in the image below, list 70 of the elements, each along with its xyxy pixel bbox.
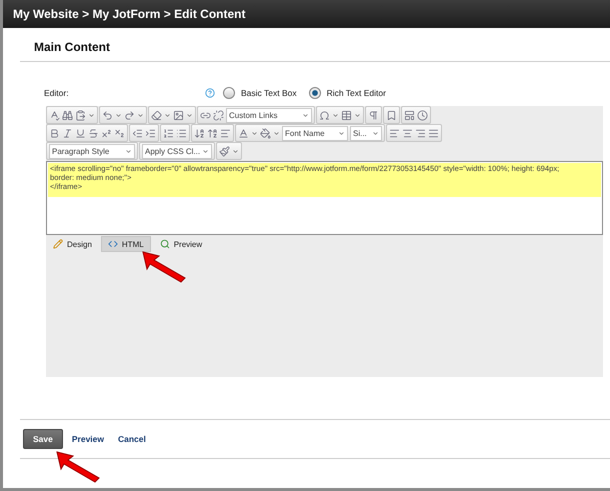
italic-icon[interactable] <box>62 128 73 138</box>
toolbar-dropdown[interactable]: Font Name <box>282 126 348 140</box>
template-icon[interactable] <box>404 110 415 120</box>
brush-icon[interactable] <box>219 146 230 156</box>
align-center-icon[interactable] <box>402 128 413 138</box>
clipboard-icon[interactable] <box>75 110 86 120</box>
view-tab[interactable]: HTML <box>100 236 151 252</box>
action-link[interactable]: Cancel <box>118 434 146 444</box>
caret-icon[interactable] <box>332 112 339 118</box>
text-color-icon[interactable] <box>238 128 249 138</box>
eraser-icon[interactable] <box>151 110 162 120</box>
radio-option[interactable]: Rich Text Editor <box>308 87 386 99</box>
unlink-icon[interactable] <box>213 110 224 120</box>
radio-option[interactable]: Basic Text Box <box>223 87 297 99</box>
caret-icon[interactable] <box>251 130 258 136</box>
caret-icon[interactable] <box>232 148 239 154</box>
underline-icon[interactable] <box>75 128 86 138</box>
outdent-icon[interactable] <box>132 128 143 138</box>
sort-icon[interactable] <box>194 128 205 138</box>
toolbar-dropdown[interactable]: Paragraph Style <box>49 144 135 158</box>
editor-label: Editor: <box>44 88 70 98</box>
code-icon <box>108 239 118 249</box>
pencil-icon <box>53 239 63 249</box>
bold-icon[interactable] <box>49 128 60 138</box>
pointer-arrow-annotation <box>55 450 101 484</box>
omega-icon[interactable] <box>319 110 330 120</box>
paragraph-icon[interactable] <box>220 128 231 138</box>
sort-icon[interactable] <box>207 128 218 138</box>
view-tab[interactable]: Design <box>46 236 99 252</box>
numbered-list-icon[interactable] <box>163 128 174 138</box>
caret-icon <box>338 130 345 136</box>
search-icon <box>160 239 170 249</box>
caret-icon <box>202 148 209 154</box>
breadcrumb: My Website > My JotForm > Edit Content <box>13 7 246 21</box>
toolbar-dropdown[interactable]: Si... <box>350 126 382 140</box>
pointer-arrow-annotation <box>141 250 187 284</box>
undo-icon[interactable] <box>102 110 113 120</box>
image-icon[interactable] <box>173 110 184 120</box>
strikethrough-icon[interactable] <box>88 128 99 138</box>
view-tab[interactable]: Preview <box>152 236 210 252</box>
spellcheck-icon[interactable] <box>49 110 60 120</box>
caret-icon <box>302 112 309 118</box>
caret-icon[interactable] <box>164 112 171 118</box>
align-justify-icon[interactable] <box>428 128 439 138</box>
caret-icon[interactable] <box>137 112 144 118</box>
align-right-icon[interactable] <box>415 128 426 138</box>
clock-icon[interactable] <box>417 110 428 120</box>
table-icon[interactable] <box>341 110 352 120</box>
toolbar-dropdown[interactable]: Custom Links <box>226 108 312 122</box>
binoculars-icon[interactable] <box>62 110 73 120</box>
toolbar-dropdown[interactable]: Apply CSS Cl... <box>142 144 212 158</box>
caret-icon[interactable] <box>354 112 361 118</box>
align-left-icon[interactable] <box>389 128 400 138</box>
save-button[interactable]: Save <box>23 429 63 449</box>
superscript-icon[interactable] <box>101 128 112 138</box>
redo-icon[interactable] <box>124 110 135 120</box>
pilcrow-icon[interactable] <box>368 110 379 120</box>
caret-icon <box>372 130 379 136</box>
subscript-icon[interactable] <box>114 128 125 138</box>
caret-icon[interactable] <box>115 112 122 118</box>
caret-icon[interactable] <box>186 112 193 118</box>
caret-icon <box>125 148 132 154</box>
action-link[interactable]: Preview <box>72 434 104 444</box>
caret-icon[interactable] <box>88 112 95 118</box>
paint-bucket-icon[interactable] <box>260 128 271 138</box>
caret-icon[interactable] <box>273 130 280 136</box>
bookmark-icon[interactable] <box>386 110 397 120</box>
section-title: Main Content <box>20 28 610 62</box>
indent-icon[interactable] <box>145 128 156 138</box>
help-icon[interactable] <box>205 88 215 98</box>
